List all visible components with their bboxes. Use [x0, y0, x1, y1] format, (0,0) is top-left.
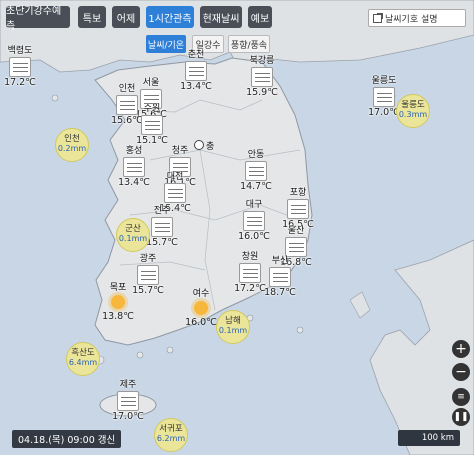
tab-yesterday[interactable]: 어제 [112, 6, 140, 28]
haze-icon [287, 199, 309, 219]
station-baengnyeongdo[interactable]: 백령도 17.2℃ [2, 46, 38, 88]
rain-bubble-ulleungdo[interactable]: 울릉도 0.3mm [396, 94, 430, 128]
haze-icon [239, 263, 261, 283]
tab-hourly-obs[interactable]: 1시간관측 [146, 6, 194, 28]
pause-button[interactable]: ❚❚ [452, 408, 470, 426]
station-temp: 16.0℃ [185, 317, 217, 328]
station-busan[interactable]: 부산 18.7℃ [262, 256, 298, 298]
station-yeosu[interactable]: 여수 16.0℃ [181, 286, 221, 328]
haze-icon [9, 57, 31, 77]
weather-legend-label: 날씨기호 설명 [385, 14, 438, 25]
rain-station-name: 남해 [225, 316, 241, 326]
station-name: 춘천 [187, 50, 205, 60]
rain-station-name: 서귀포 [159, 424, 183, 434]
rain-amount: 6.4mm [68, 358, 98, 367]
rain-amount: 0.1mm [218, 326, 248, 335]
rain-station-name: 울릉도 [401, 100, 425, 110]
rain-amount: 6.2mm [156, 434, 186, 443]
station-name: 부산 [271, 256, 289, 266]
haze-icon [164, 183, 186, 203]
rain-bubble-gunsan[interactable]: 군산 0.1mm [116, 218, 150, 252]
station-name: 안동 [247, 150, 265, 160]
location-pin-icon [194, 140, 204, 150]
haze-icon [251, 67, 273, 87]
station-name: 백령도 [7, 46, 33, 56]
map-scale: 100 km [398, 430, 460, 446]
station-suwon[interactable]: 수원 15.1℃ [134, 104, 170, 146]
station-name: 홍성 [125, 146, 143, 156]
station-name: 포항 [289, 188, 307, 198]
haze-icon [373, 87, 395, 107]
haze-icon [185, 61, 207, 81]
haze-icon [243, 211, 265, 231]
station-temp: 18.7℃ [264, 287, 296, 298]
haze-icon [245, 161, 267, 181]
tab-current-weather[interactable]: 현재날씨 [200, 6, 242, 28]
station-jeonju[interactable]: 전주 15.7℃ [144, 206, 180, 248]
external-link-icon [373, 12, 383, 23]
station-temp: 15.1℃ [136, 135, 168, 146]
station-chuncheon[interactable]: 춘천 13.4℃ [178, 50, 214, 92]
sun-icon [194, 301, 208, 315]
station-temp: 15.9℃ [246, 87, 278, 98]
station-name: 제주 [119, 380, 137, 390]
haze-icon [269, 267, 291, 287]
station-name: 목포 [109, 283, 127, 293]
station-temp: 13.4℃ [118, 177, 150, 188]
station-bukgangneung[interactable]: 북강릉 15.9℃ [244, 56, 280, 98]
station-daegu[interactable]: 대구 16.0℃ [236, 200, 272, 242]
station-name: 인천 [118, 84, 136, 94]
haze-icon [117, 391, 139, 411]
station-temp: 16.0℃ [238, 231, 270, 242]
tab-forecast[interactable]: 예보 [248, 6, 272, 28]
station-name: 북강릉 [249, 56, 275, 66]
station-temp: 17.0℃ [112, 411, 144, 422]
rain-bubble-namhae[interactable]: 남해 0.1mm [216, 310, 250, 344]
station-name: 여수 [192, 289, 210, 299]
station-mokpo[interactable]: 목포 13.8℃ [98, 280, 138, 322]
rain-bubble-seogwipo[interactable]: 서귀포 6.2mm [154, 418, 188, 452]
zoom-in-button[interactable]: + [452, 340, 470, 358]
station-name: 대구 [245, 200, 263, 210]
station-name: 수원 [143, 104, 161, 114]
haze-icon [151, 217, 173, 237]
station-jeju[interactable]: 제주 17.0℃ [110, 380, 146, 422]
subtab-wind[interactable]: 풍향/풍속 [228, 35, 270, 53]
rain-amount: 0.1mm [118, 234, 148, 243]
haze-icon [123, 157, 145, 177]
haze-icon [285, 237, 307, 257]
location-pin-label: 충 [206, 142, 215, 152]
rain-station-name: 흑산도 [71, 348, 95, 358]
station-temp: 13.8℃ [102, 311, 134, 322]
station-name: 대전 [166, 172, 184, 182]
station-name: 광주 [139, 254, 157, 264]
tab-nowcast[interactable]: 초단기강수예측 [6, 6, 70, 32]
station-name: 전주 [153, 206, 171, 216]
haze-icon [137, 265, 159, 285]
weather-legend-button[interactable]: 날씨기호 설명 [368, 9, 466, 27]
zoom-out-button[interactable]: − [452, 363, 470, 381]
station-temp: 14.7℃ [240, 181, 272, 192]
station-andong[interactable]: 안동 14.7℃ [238, 150, 274, 192]
update-time-badge: 04.18.(목) 09:00 갱신 [12, 430, 122, 448]
layers-icon: ≡ [457, 392, 465, 402]
tab-warning[interactable]: 특보 [78, 6, 106, 28]
rain-bubble-heuksando[interactable]: 흑산도 6.4mm [66, 342, 100, 376]
station-name: 청주 [171, 146, 189, 156]
haze-icon [141, 115, 163, 135]
station-temp: 17.2℃ [4, 77, 36, 88]
station-pohang[interactable]: 포항 16.5℃ [280, 188, 316, 230]
station-hongseong[interactable]: 홍성 13.4℃ [116, 146, 152, 188]
station-name: 울산 [287, 226, 305, 236]
rain-amount: 0.3mm [398, 110, 428, 119]
rain-station-name: 군산 [125, 224, 141, 234]
sun-icon [111, 295, 125, 309]
rain-bubble-incheon[interactable]: 인천 0.2mm [55, 128, 89, 162]
rain-station-name: 인천 [64, 134, 80, 144]
station-temp: 13.4℃ [180, 81, 212, 92]
layers-button[interactable]: ≡ [452, 388, 470, 406]
station-name: 울릉도 [371, 76, 397, 86]
rain-amount: 0.2mm [57, 144, 87, 153]
pause-icon: ❚❚ [453, 412, 469, 422]
